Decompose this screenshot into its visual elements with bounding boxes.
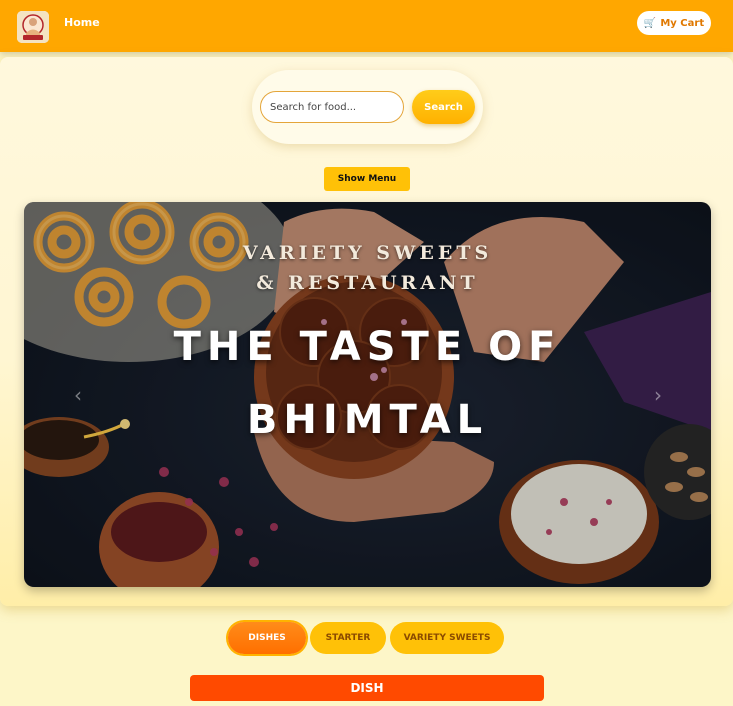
show-menu-button[interactable]: Show Menu (324, 167, 410, 191)
carousel-next-icon[interactable]: › (648, 382, 668, 408)
banner-tagline-line1: THE TASTE OF (173, 324, 562, 370)
category-tabs: DISHES STARTER VARIETY SWEETS (0, 622, 733, 656)
restaurant-logo[interactable] (17, 11, 49, 43)
banner-text: VARIETY SWEETS & RESTAURANT THE TASTE OF… (24, 202, 711, 587)
nav-home-link[interactable]: Home (64, 16, 100, 29)
search-button[interactable]: Search (412, 90, 475, 124)
search-input[interactable] (260, 91, 404, 123)
tab-starter[interactable]: STARTER (310, 622, 386, 654)
carousel-prev-icon[interactable]: ‹ (68, 382, 88, 408)
my-cart-button[interactable]: 🛒 My Cart (637, 11, 711, 35)
hero-carousel[interactable]: VARIETY SWEETS & RESTAURANT THE TASTE OF… (24, 202, 711, 587)
cart-label: My Cart (660, 17, 705, 29)
tab-dishes[interactable]: DISHES (228, 622, 306, 654)
banner-restaurant-name-line2: & RESTAURANT (256, 272, 479, 294)
top-navbar: Home 🛒 My Cart (0, 0, 733, 52)
tab-variety-sweets[interactable]: VARIETY SWEETS (390, 622, 504, 654)
section-heading-dish: DISH (190, 675, 544, 701)
cart-icon: 🛒 (643, 17, 657, 29)
banner-restaurant-name-line1: VARIETY SWEETS (242, 242, 493, 264)
banner-tagline-line2: BHIMTAL (246, 397, 489, 443)
